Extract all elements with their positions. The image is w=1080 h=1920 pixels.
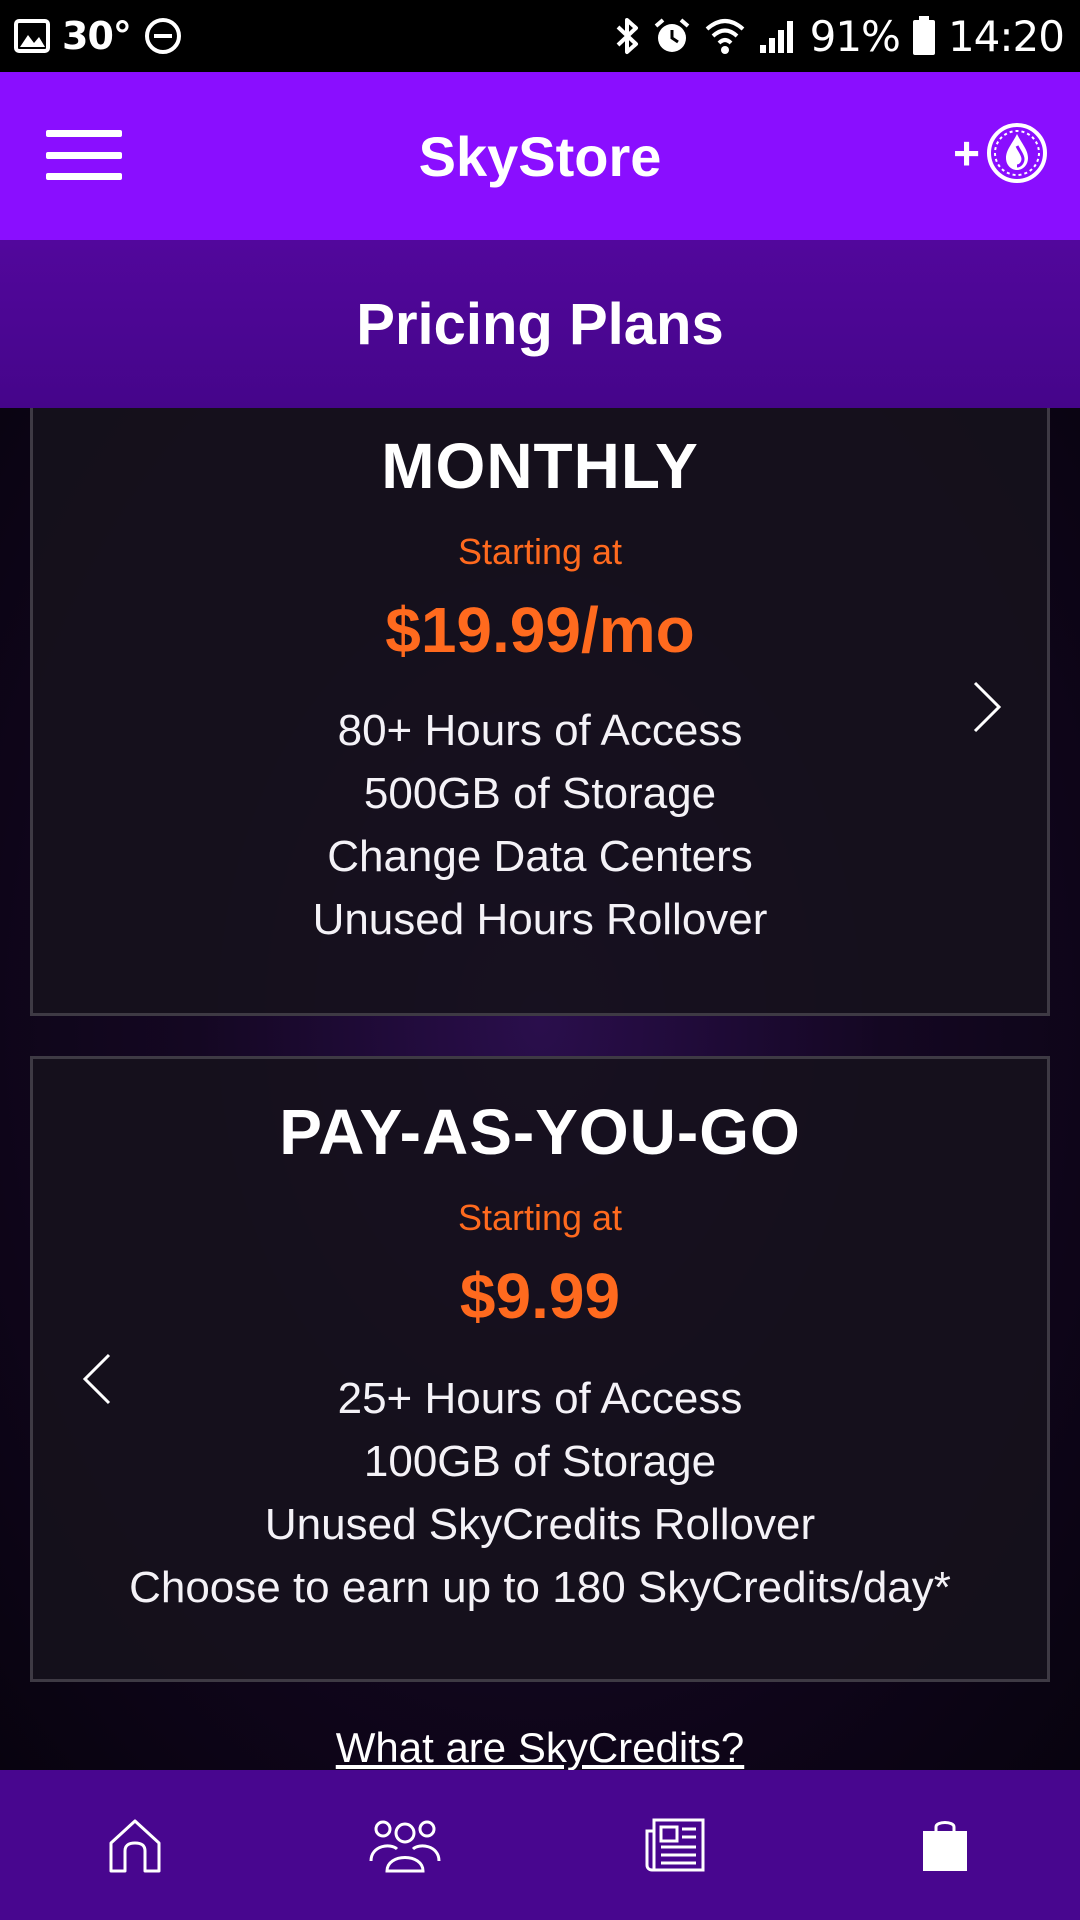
starting-at-label: Starting at	[457, 1197, 623, 1238]
plan-features: 80+ Hours of Access 500GB of Storage Cha…	[33, 699, 1047, 951]
app-bar: SkyStore +	[0, 72, 1080, 240]
plan-feature: Unused Hours Rollover	[312, 895, 768, 944]
starting-at-label: Starting at	[457, 531, 623, 572]
news-icon[interactable]	[615, 1795, 735, 1895]
store-icon[interactable]	[885, 1795, 1005, 1895]
pricing-plans-list: MONTHLY Starting at $19.99/mo 80+ Hours …	[0, 408, 1080, 1770]
wifi-icon	[704, 17, 746, 55]
plan-feature: 25+ Hours of Access	[337, 1374, 743, 1423]
community-icon[interactable]	[345, 1795, 465, 1895]
signal-icon	[758, 17, 798, 55]
bottom-navigation	[0, 1770, 1080, 1920]
plan-price: $9.99	[459, 1260, 621, 1332]
chevron-left-icon[interactable]	[77, 1349, 117, 1409]
page-title: Pricing Plans	[356, 291, 724, 357]
plan-card-pay-as-you-go[interactable]: PAY-AS-YOU-GO Starting at $9.99 25+ Hour…	[30, 1056, 1050, 1682]
battery-percentage: 91%	[809, 11, 901, 61]
plan-name: MONTHLY	[381, 430, 699, 502]
plan-feature: Unused SkyCredits Rollover	[264, 1500, 816, 1549]
plus-label: +	[953, 127, 980, 179]
add-skycredits-button[interactable]: +	[953, 122, 1048, 184]
do-not-disturb-icon	[143, 16, 183, 56]
plan-feature: Choose to earn up to 180 SkyCredits/day*	[129, 1563, 951, 1612]
plan-price: $19.99/mo	[385, 594, 695, 666]
plan-feature: Change Data Centers	[327, 832, 753, 881]
screen: 30° 91% 14:20 SkyStore + Pricing Plans M…	[0, 0, 1080, 1920]
skycredits-coin-icon	[986, 122, 1048, 184]
temperature: 30°	[62, 14, 132, 58]
chevron-right-icon[interactable]	[967, 677, 1007, 737]
plan-card-monthly[interactable]: MONTHLY Starting at $19.99/mo 80+ Hours …	[30, 408, 1050, 1016]
alarm-icon	[652, 16, 692, 56]
plan-feature: 100GB of Storage	[363, 1437, 717, 1486]
section-header: Pricing Plans	[0, 240, 1080, 408]
status-bar: 30° 91% 14:20	[0, 0, 1080, 72]
battery-icon	[912, 16, 936, 56]
app-title: SkyStore	[418, 124, 662, 188]
image-icon	[14, 19, 50, 53]
what-are-skycredits-link[interactable]: What are SkyCredits?	[0, 1724, 1080, 1770]
bluetooth-icon	[614, 16, 640, 56]
clock: 14:20	[947, 11, 1065, 61]
hamburger-menu-icon[interactable]	[46, 130, 122, 180]
plan-name: PAY-AS-YOU-GO	[279, 1096, 801, 1168]
home-icon[interactable]	[75, 1795, 195, 1895]
plan-feature: 80+ Hours of Access	[337, 706, 743, 755]
plan-feature: 500GB of Storage	[363, 769, 717, 818]
plan-features: 25+ Hours of Access 100GB of Storage Unu…	[33, 1367, 1047, 1619]
